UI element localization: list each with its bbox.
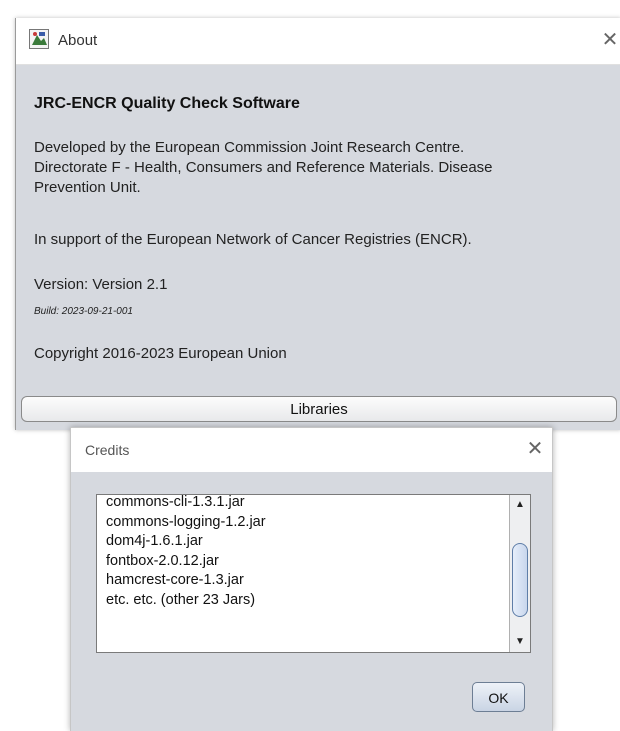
- version-text: Version: Version 2.1: [34, 276, 168, 293]
- list-item[interactable]: dom4j-1.6.1.jar: [106, 532, 266, 552]
- list-item[interactable]: commons-logging-1.2.jar: [106, 513, 266, 533]
- developed-by-text: Developed by the European Commission Joi…: [34, 138, 614, 198]
- close-icon[interactable]: ✕: [599, 27, 620, 52]
- list-item[interactable]: hamcrest-core-1.3.jar: [106, 571, 266, 591]
- libraries-list-items: commons-cli-1.3.1.jar commons-logging-1.…: [106, 495, 266, 611]
- app-icon: [29, 29, 49, 49]
- credits-titlebar[interactable]: Credits ✕: [71, 428, 552, 472]
- scroll-down-icon[interactable]: ▼: [510, 633, 530, 651]
- support-text: In support of the European Network of Ca…: [34, 231, 472, 248]
- scroll-up-icon[interactable]: ▲: [510, 496, 530, 514]
- credits-content: commons-cli-1.3.1.jar commons-logging-1.…: [71, 472, 552, 731]
- developed-line-3: Prevention Unit.: [34, 179, 141, 196]
- about-window-title: About: [58, 32, 98, 49]
- copyright-text: Copyright 2016-2023 European Union: [34, 345, 287, 362]
- vertical-scrollbar[interactable]: ▲ ▼: [509, 495, 530, 652]
- list-item[interactable]: fontbox-2.0.12.jar: [106, 552, 266, 572]
- about-window: About ✕ JRC-ENCR Quality Check Software …: [15, 18, 620, 430]
- libraries-list[interactable]: commons-cli-1.3.1.jar commons-logging-1.…: [96, 494, 531, 653]
- credits-window-title: Credits: [85, 442, 130, 458]
- scrollbar-thumb[interactable]: [512, 543, 528, 617]
- developed-line-2: Directorate F - Health, Consumers and Re…: [34, 159, 493, 176]
- credits-window: Credits ✕ commons-cli-1.3.1.jar commons-…: [70, 427, 553, 731]
- ok-button[interactable]: OK: [472, 682, 525, 712]
- about-titlebar[interactable]: About ✕: [16, 18, 620, 65]
- close-icon[interactable]: ✕: [524, 436, 546, 461]
- libraries-button[interactable]: Libraries: [21, 396, 617, 422]
- build-text: Build: 2023-09-21-001: [34, 306, 133, 317]
- list-item[interactable]: etc. etc. (other 23 Jars): [106, 591, 266, 611]
- app-heading: JRC-ENCR Quality Check Software: [34, 95, 300, 112]
- about-content: JRC-ENCR Quality Check Software Develope…: [16, 65, 620, 430]
- developed-line-1: Developed by the European Commission Joi…: [34, 139, 465, 156]
- list-item[interactable]: commons-cli-1.3.1.jar: [106, 495, 266, 513]
